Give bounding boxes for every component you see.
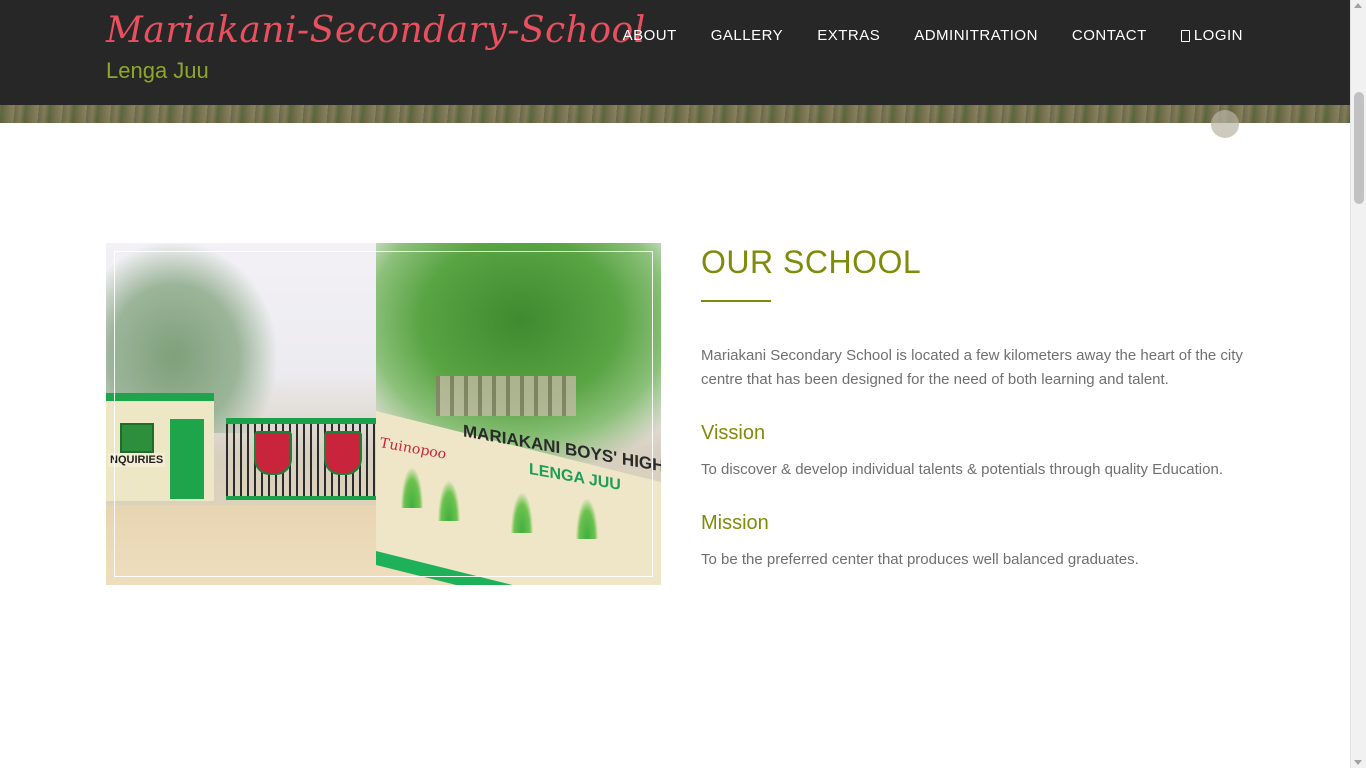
nav-about[interactable]: ABOUT	[623, 27, 677, 44]
nav-extras[interactable]: EXTRAS	[817, 27, 880, 44]
photo-plant	[511, 493, 533, 533]
nav-administration[interactable]: ADMINITRATION	[914, 27, 1038, 44]
mission-text: To be the preferred center that produces…	[701, 551, 1139, 568]
site-title-link[interactable]: Mariakani-Secondary-School	[106, 10, 646, 51]
mission-heading: Mission	[701, 512, 769, 534]
scroll-thumb[interactable]	[1354, 92, 1364, 204]
photo-enquiries-sign: NQUIRIES	[108, 453, 166, 467]
nav-login-label: LOGIN	[1193, 27, 1243, 44]
photo-gatehouse-window	[120, 423, 154, 453]
photo-plant	[576, 499, 598, 539]
photo-plant	[438, 481, 460, 521]
nav-login[interactable]: LOGIN	[1180, 27, 1243, 44]
page-scrollbar[interactable]	[1350, 0, 1366, 768]
hero-decoration	[1211, 110, 1239, 138]
school-gate-photo: NQUIRIES Tuinopoo MARIAKANI BOYS' HIGH L…	[106, 243, 661, 585]
photo-gatehouse-door	[170, 419, 204, 499]
about-section: OUR SCHOOL Mariakani Secondary School is…	[701, 243, 1246, 572]
site-tagline: Lenga Juu	[106, 58, 209, 83]
vision-heading: Vission	[701, 422, 766, 444]
nav-contact[interactable]: CONTACT	[1072, 27, 1147, 44]
title-underline	[701, 300, 771, 302]
intro-paragraph: Mariakani Secondary School is located a …	[701, 347, 1243, 388]
photo-plant	[401, 468, 423, 508]
scroll-up-icon[interactable]	[1354, 3, 1362, 8]
photo-crest-right	[324, 431, 362, 475]
main-nav: ABOUT GALLERY EXTRAS ADMINITRATION CONTA…	[589, 27, 1243, 44]
section-title: OUR SCHOOL	[701, 244, 922, 280]
scroll-down-icon[interactable]	[1354, 760, 1362, 765]
nav-gallery[interactable]: GALLERY	[711, 27, 783, 44]
photo-gatehouse: NQUIRIES	[106, 393, 214, 501]
photo-gate	[226, 418, 401, 500]
photo-scaffold	[436, 376, 576, 416]
vision-text: To discover & develop individual talents…	[701, 461, 1223, 478]
photo-crest-left	[254, 431, 292, 475]
site-header: Mariakani-Secondary-School Lenga Juu ABO…	[0, 0, 1351, 105]
lock-icon	[1180, 30, 1190, 42]
